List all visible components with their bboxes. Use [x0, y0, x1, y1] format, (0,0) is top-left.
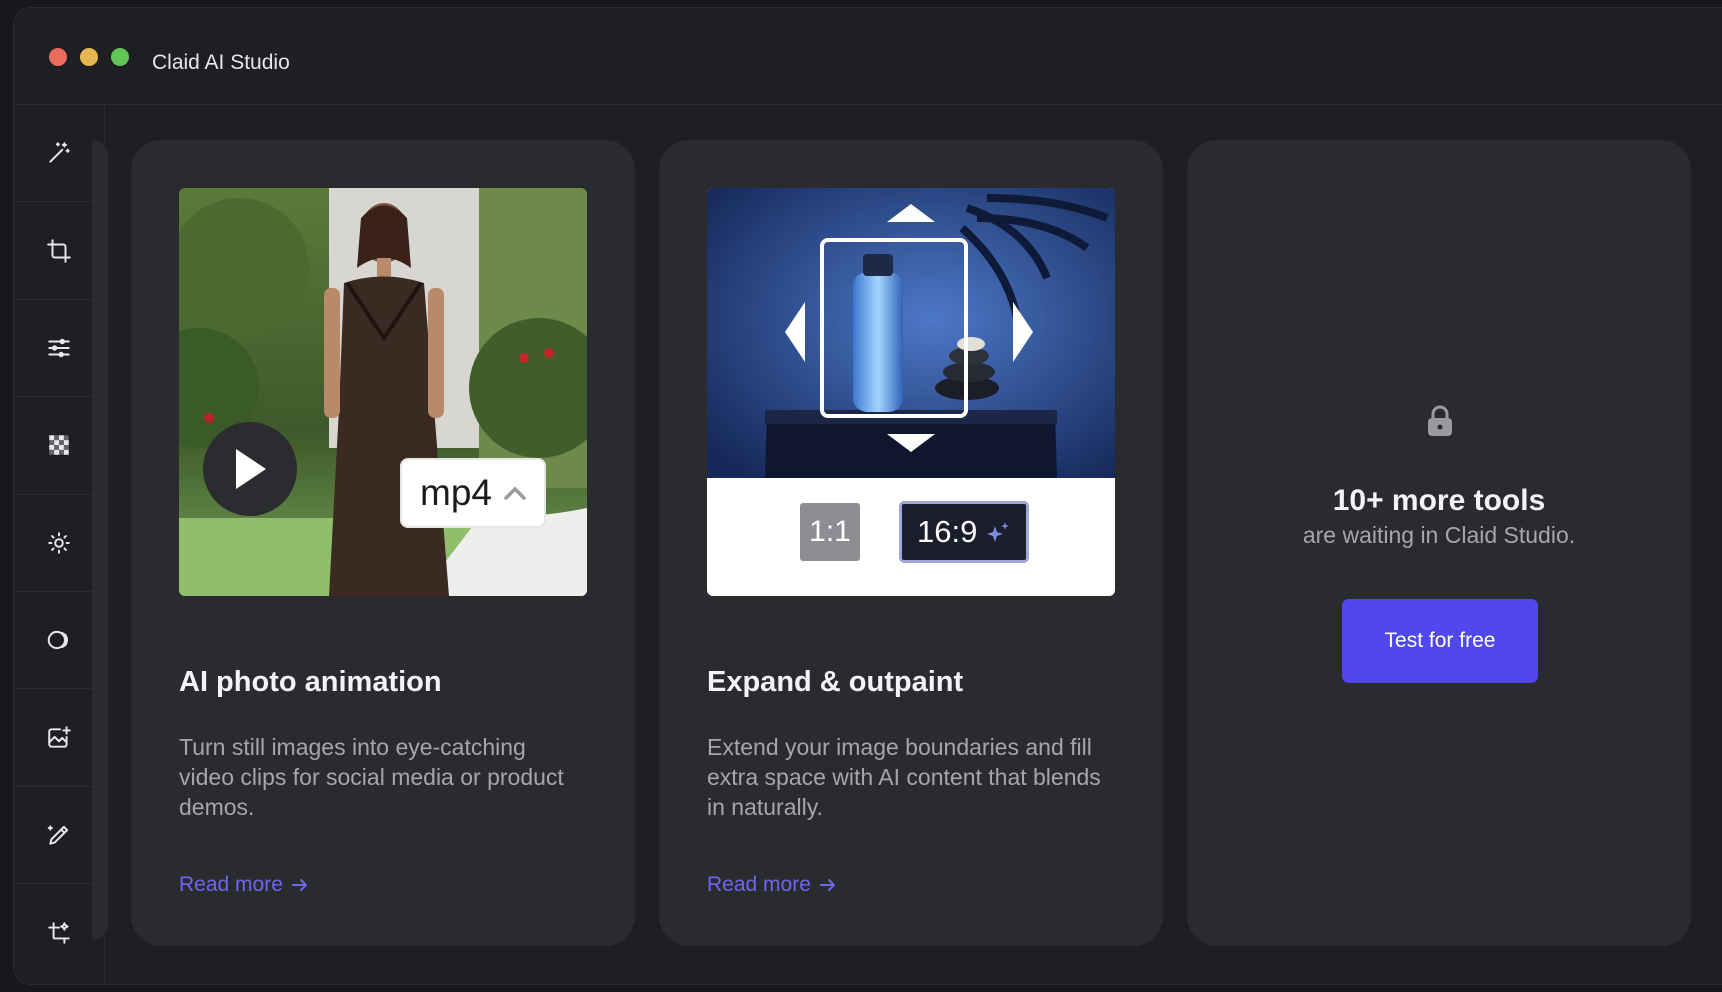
sparkle-icon — [987, 522, 1010, 542]
add-image-icon — [48, 725, 71, 748]
more-tools-title: 10+ more tools — [1332, 484, 1546, 517]
chevron-up-icon — [504, 486, 526, 500]
card-ai-photo-animation: mp4 AI photo animation Turn still images… — [131, 140, 635, 946]
transparent-background-icon — [49, 435, 69, 456]
sidebar-tool-shadow[interactable] — [14, 592, 104, 690]
ratio-option-label: 16:9 — [917, 514, 978, 549]
read-more-link[interactable]: Read more — [179, 873, 309, 897]
card-more-tools: 10+ more tools are waiting in Claid Stud… — [1187, 140, 1691, 946]
card-description: Turn still images into eye-catching vide… — [179, 734, 564, 820]
sidebar-tool-crop[interactable] — [14, 202, 104, 300]
more-tools-subtitle: are waiting in Claid Studio. — [1302, 522, 1576, 548]
sidebar-tool-brightness[interactable] — [14, 495, 104, 592]
read-more-link[interactable]: Read more — [707, 873, 837, 897]
test-for-free-button[interactable]: Test for free — [1342, 599, 1538, 683]
card-description: Extend your image boundaries and fill ex… — [707, 734, 1101, 820]
format-dropdown[interactable]: mp4 — [400, 458, 546, 528]
sidebar-tool-smart-crop[interactable] — [14, 884, 104, 981]
outpaint-preview-image: 1:1 16:9 — [707, 188, 1115, 596]
sidebar-tool-adjust[interactable] — [14, 300, 104, 398]
ratio-option-16-9[interactable]: 16:9 — [899, 501, 1029, 563]
read-more-label: Read more — [707, 873, 811, 896]
sidebar-tool-magic-wand[interactable] — [14, 105, 104, 203]
card-title: Expand & outpaint — [707, 666, 964, 698]
crop-sparkle-icon — [48, 922, 70, 944]
magic-wand-icon — [49, 142, 70, 163]
edit-pencil-icon — [47, 825, 69, 845]
format-dropdown-value: mp4 — [420, 472, 492, 513]
lock-icon — [1428, 405, 1452, 436]
crop-icon — [47, 238, 71, 263]
animation-preview-image: mp4 — [179, 188, 587, 596]
minimize-window-button[interactable] — [80, 48, 98, 66]
maximize-window-button[interactable] — [111, 48, 129, 66]
title-bar: Claid AI Studio — [14, 8, 1722, 105]
ratio-option-label: 1:1 — [809, 515, 851, 548]
sidebar-tool-edit[interactable] — [14, 787, 104, 885]
arrow-right-icon — [291, 879, 307, 891]
card-title: AI photo animation — [179, 666, 442, 698]
app-title: Claid AI Studio — [152, 51, 290, 74]
card-expand-outpaint: 1:1 16:9 Expand & outpaint Extend your i… — [659, 140, 1163, 946]
previous-card-edge — [92, 140, 108, 940]
sidebar-tool-remove-background[interactable] — [14, 397, 104, 495]
brightness-icon — [48, 532, 70, 554]
sidebar-tool-add-image[interactable] — [14, 689, 104, 787]
read-more-label: Read more — [179, 873, 283, 896]
close-window-button[interactable] — [49, 48, 67, 66]
ratio-option-1-1[interactable]: 1:1 — [800, 503, 860, 561]
play-icon — [236, 449, 266, 489]
adjust-sliders-icon — [48, 338, 70, 358]
play-button[interactable] — [203, 422, 297, 516]
shadow-circle-icon — [47, 631, 68, 650]
arrow-right-icon — [819, 879, 835, 891]
